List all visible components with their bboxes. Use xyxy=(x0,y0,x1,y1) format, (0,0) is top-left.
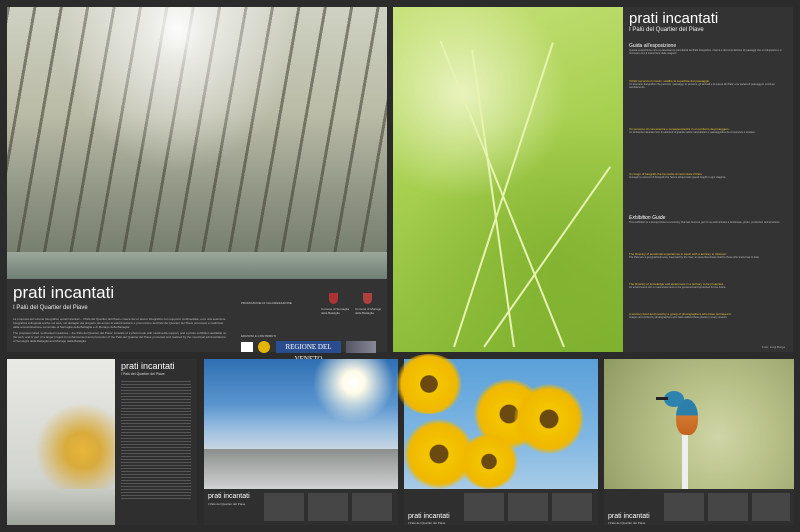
guide-section: Un percorso di conoscenza e consapevolez… xyxy=(629,127,787,134)
flower-icon xyxy=(514,384,584,454)
frosty-field xyxy=(204,449,398,489)
kingfisher-photo xyxy=(604,359,794,489)
guide-section: Il Palù secondo il mondo: scalfire la su… xyxy=(629,79,787,90)
flower-icon xyxy=(459,434,519,489)
poster-title: prati incantati xyxy=(629,10,719,27)
grass-stem xyxy=(471,49,515,348)
crest-moriago-label: Comune di Moriago della Battaglia xyxy=(355,307,382,315)
text-block xyxy=(464,493,594,521)
section-text: Immagini e racconti di fotografi che han… xyxy=(629,176,727,179)
strip-poster-flowers: prati incantati I Palù del Quartier del … xyxy=(394,354,598,525)
intro-text-english: The proposal called 'enchanted meadows –… xyxy=(13,331,227,343)
perch xyxy=(682,433,688,489)
strip-title: prati incantati xyxy=(121,361,175,371)
section-text: This exhibition is a loving tribute to a… xyxy=(629,221,781,224)
poster-title: prati incantati xyxy=(13,283,115,302)
intro-text: La proposta del volume fotografico «prat… xyxy=(13,317,228,343)
text-block xyxy=(264,493,394,521)
flower-icon xyxy=(394,354,464,414)
section-text: Un ambiente naturale ricco di elementi d… xyxy=(629,131,756,134)
strip-title: prati incantati xyxy=(208,493,250,500)
strip-subtitle: I Palù del Quartier del Piave xyxy=(608,521,646,525)
grass-dew-photo xyxy=(393,7,623,352)
yellow-flowers-photo xyxy=(394,354,598,489)
sponsor-label: PROMOZIONE DI VALORIZZAZIONE xyxy=(241,301,292,305)
guide-section: Guida all'esposizione Questa esposizione… xyxy=(629,43,787,56)
strip-title: prati incantati xyxy=(408,513,450,520)
grass-stem xyxy=(439,40,565,348)
meadow-photo-strip xyxy=(7,252,387,279)
poster-subtitle: I Palù del Quartier del Piave xyxy=(629,27,704,33)
partner-wave-logo xyxy=(346,341,376,353)
contributors-label: EDIZIONI E CONTRIBUTI xyxy=(241,334,277,338)
text-block xyxy=(121,381,191,501)
strip-subtitle: I Palù del Quartier del Piave xyxy=(408,521,446,525)
sun-logo-icon xyxy=(258,341,270,353)
sponsor-logos: PROMOZIONE DI VALORIZZAZIONE Comune di S… xyxy=(235,289,385,363)
strip-poster-sunlight: prati incantati I Palù del Quartier del … xyxy=(204,359,398,525)
guide-section: Un luogo di fotografi che ha scelto di r… xyxy=(629,172,787,179)
guide-section: A territory lived and loved by a group o… xyxy=(629,312,787,319)
photo-credit: Foto: Luigi Borga xyxy=(762,345,785,349)
strip-subtitle: I Palù del Quartier del Piave xyxy=(121,372,165,376)
section-text: Un itinerario fotografico che percorre i… xyxy=(629,83,775,90)
kingfisher-beak xyxy=(656,397,668,400)
guide-section: The itinerary of knowledge and awareness… xyxy=(629,282,787,289)
guide-section: Exhibition Guide This exhibition is a lo… xyxy=(629,215,787,224)
section-text: An environment rich in natural elements … xyxy=(629,286,727,289)
strip-subtitle: I Palù del Quartier del Piave xyxy=(208,502,246,506)
crest-sernaglia-label: Comune di Sernaglia della Battaglia xyxy=(321,307,350,315)
regione-veneto-logo: REGIONE DEL VENETO xyxy=(276,341,341,363)
poster-guide: prati incantati I Palù del Quartier del … xyxy=(393,7,793,352)
guide-section: The itinerary of emotional experiences i… xyxy=(629,252,787,259)
dew-drops-foreground xyxy=(7,489,115,525)
strip-title: prati incantati xyxy=(608,513,650,520)
text-block xyxy=(664,493,790,521)
section-text: The Palù are a geographical area, traver… xyxy=(629,256,760,259)
poster-subtitle: I Palù del Quartier del Piave xyxy=(13,305,88,311)
forest-photo xyxy=(7,7,387,279)
crest-sernaglia-icon xyxy=(329,293,338,304)
intro-text-italian: La proposta del volume fotografico «prat… xyxy=(13,317,226,329)
strip-poster-kingfisher: prati incantati I Palù del Quartier del … xyxy=(604,359,794,525)
section-text: Images and stories by photographers who … xyxy=(629,316,728,319)
partner-logo xyxy=(241,342,253,352)
poster-forest: prati incantati I Palù del Quartier del … xyxy=(7,7,387,363)
strip-poster-dew: prati incantati I Palù del Quartier del … xyxy=(7,359,197,525)
section-text: Questa esposizione mira a presentare le … xyxy=(629,49,782,56)
crest-moriago-icon xyxy=(363,293,372,304)
